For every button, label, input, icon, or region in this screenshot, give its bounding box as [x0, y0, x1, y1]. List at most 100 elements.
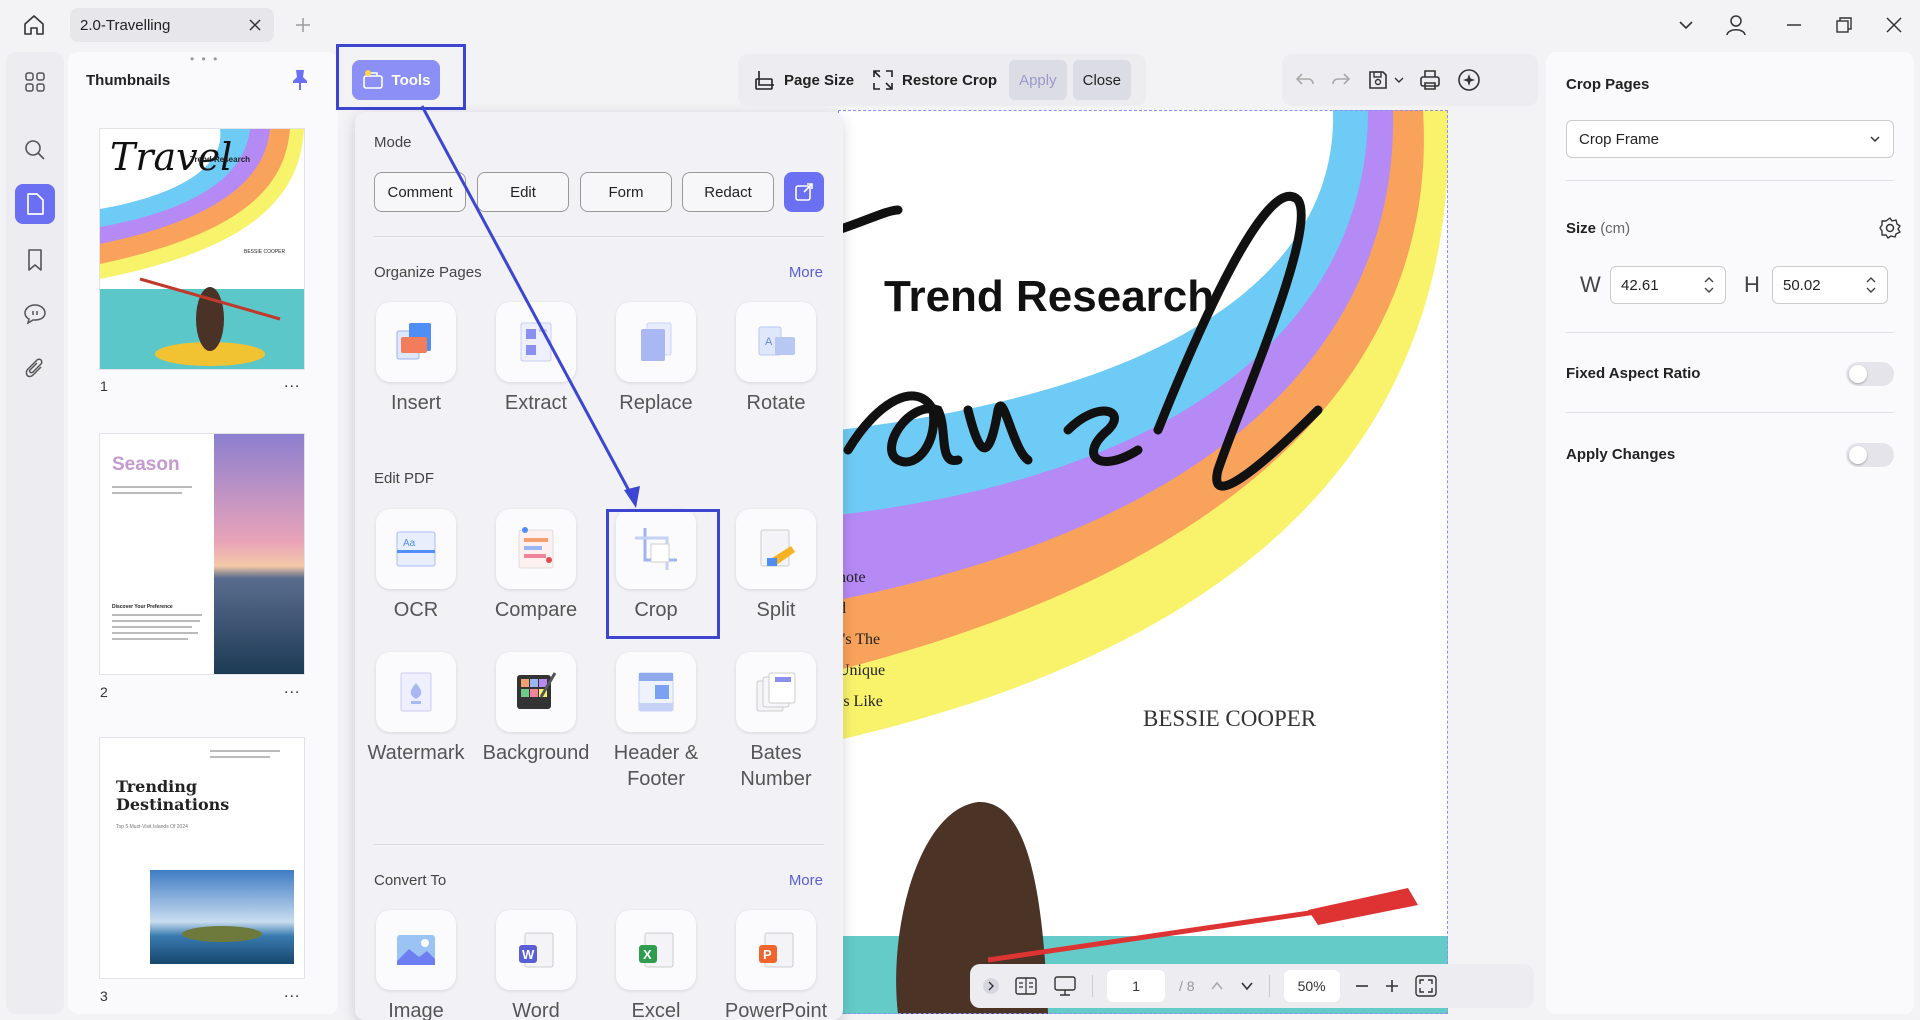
convert-more-link[interactable]: More [789, 872, 823, 889]
save-icon[interactable] [1366, 68, 1390, 92]
tool-extract[interactable]: Extract [481, 302, 591, 416]
apply-changes-toggle[interactable] [1846, 443, 1894, 467]
height-input[interactable]: 50.02 [1772, 266, 1888, 304]
document-tab[interactable]: 2.0-Travelling [70, 8, 274, 42]
presentation-icon[interactable] [1052, 975, 1078, 997]
extract-icon [520, 322, 552, 362]
thumb3-subtitle: Top 5 Must-Visit Islands Of 2024 [116, 824, 188, 830]
tools-button[interactable]: Tools [352, 60, 440, 100]
tool-background[interactable]: Background [481, 652, 591, 766]
expand-bar-icon[interactable] [982, 977, 1000, 995]
tool-convert-powerpoint-label: PowerPoint [724, 1000, 828, 1020]
pin-icon[interactable] [290, 68, 310, 92]
tool-watermark[interactable]: Watermark [361, 652, 471, 766]
page-1-more-icon[interactable]: ... [284, 374, 300, 392]
reading-mode-icon[interactable] [1014, 976, 1038, 996]
tool-insert[interactable]: Insert [361, 302, 471, 416]
fixed-aspect-ratio-toggle[interactable] [1846, 362, 1894, 386]
gear-icon[interactable] [1878, 216, 1902, 240]
save-options-chevron-icon[interactable] [1394, 75, 1404, 85]
tool-header-footer-label: Header & Footer [613, 742, 699, 790]
page-size-button[interactable]: Page Size [748, 60, 860, 100]
thumbnails-title: Thumbnails [86, 72, 171, 89]
width-input[interactable]: 42.61 [1610, 266, 1726, 304]
thumb3-title-line1: Trending [116, 777, 198, 796]
zoom-in-icon[interactable] [1384, 978, 1400, 994]
thumbnail-page-2[interactable]: Season Discover Your Preference [100, 434, 304, 674]
tool-convert-powerpoint[interactable]: P PowerPoint [721, 910, 831, 1020]
tool-convert-image[interactable]: Image [361, 910, 471, 1020]
fit-page-icon[interactable] [1414, 974, 1438, 998]
page-size-icon [755, 71, 774, 90]
previous-page-icon[interactable] [1209, 978, 1225, 994]
tool-convert-excel-label: Excel [631, 1000, 681, 1020]
close-tab-icon[interactable] [248, 18, 262, 32]
restore-crop-button[interactable]: Restore Crop [866, 60, 1003, 100]
toolbox-icon [362, 70, 384, 90]
drag-handle[interactable]: • • • [190, 52, 219, 66]
print-icon[interactable] [1418, 68, 1442, 92]
comment-icon[interactable] [15, 294, 55, 334]
replace-icon [641, 322, 672, 361]
page-3-more-icon[interactable]: ... [284, 984, 300, 1002]
tool-compare[interactable]: Compare [481, 509, 591, 623]
tool-replace[interactable]: Replace [601, 302, 711, 416]
document-page[interactable]: Trend Research note d t's The Unique Is … [838, 110, 1448, 1014]
zoom-out-icon[interactable] [1354, 978, 1370, 994]
divider [1566, 412, 1894, 413]
pages-icon[interactable] [15, 184, 55, 224]
document-author: BESSIE COOPER [1143, 706, 1317, 731]
page-2-more-icon[interactable]: ... [284, 680, 300, 698]
apps-icon[interactable] [15, 62, 55, 102]
thumbnail-page-3[interactable]: Trending Destinations Top 5 Must-Visit I… [100, 738, 304, 978]
next-page-icon[interactable] [1239, 978, 1255, 994]
height-stepper-icon[interactable] [1865, 276, 1877, 294]
new-tab-icon[interactable] [285, 7, 321, 43]
close-window-icon[interactable] [1876, 7, 1912, 43]
tool-split[interactable]: Split [721, 509, 831, 623]
mode-comment-button[interactable]: Comment [374, 172, 466, 212]
crop-frame-select[interactable]: Crop Frame [1566, 120, 1894, 158]
close-button[interactable]: Close [1072, 60, 1131, 100]
compare-icon [518, 527, 554, 569]
tool-header-footer[interactable]: Header & Footer [601, 652, 711, 792]
tool-convert-excel[interactable]: X Excel [601, 910, 711, 1020]
mode-redact-button[interactable]: Redact [682, 172, 774, 212]
document-heading: Trend Research [884, 272, 1215, 321]
edit-pdf-section-title: Edit PDF [374, 470, 435, 487]
tool-rotate[interactable]: A Rotate [721, 302, 831, 416]
convert-section-title: Convert To [374, 872, 447, 889]
account-icon[interactable] [1718, 7, 1754, 43]
restore-icon[interactable] [1826, 7, 1862, 43]
current-page-input[interactable]: 1 [1107, 970, 1165, 1002]
tool-ocr[interactable]: Aa OCR [361, 509, 471, 623]
ai-assistant-icon[interactable] [1456, 67, 1482, 93]
divider [1566, 180, 1894, 181]
tool-convert-word[interactable]: W Word [481, 910, 591, 1020]
undo-icon[interactable] [1294, 69, 1316, 91]
mode-edit-button[interactable]: Edit [477, 172, 569, 212]
search-icon[interactable] [15, 130, 55, 170]
divider [1268, 975, 1270, 997]
thumbnail-page-1[interactable]: Travel Trend Research BESSIE COOPER [100, 129, 304, 369]
tool-rotate-label: Rotate [746, 392, 806, 414]
chevron-down-icon[interactable] [1668, 7, 1704, 43]
bookmark-icon[interactable] [15, 240, 55, 280]
tool-convert-word-label: Word [512, 1000, 560, 1020]
redo-icon[interactable] [1330, 69, 1352, 91]
image-icon [397, 935, 435, 965]
mode-form-button[interactable]: Form [580, 172, 672, 212]
svg-text:P: P [763, 947, 772, 962]
organize-more-link[interactable]: More [789, 264, 823, 281]
zoom-level[interactable]: 50% [1283, 970, 1340, 1002]
tool-bates-number[interactable]: Bates Number [721, 652, 831, 792]
width-stepper-icon[interactable] [1703, 276, 1715, 294]
chevron-down-icon [1869, 133, 1881, 145]
attachment-icon[interactable] [15, 348, 55, 388]
split-icon [760, 529, 795, 567]
open-external-button[interactable] [784, 172, 824, 212]
restore-crop-label: Restore Crop [902, 71, 998, 89]
home-icon[interactable] [16, 7, 52, 43]
apply-button[interactable]: Apply [1009, 60, 1067, 100]
minimize-icon[interactable] [1776, 7, 1812, 43]
